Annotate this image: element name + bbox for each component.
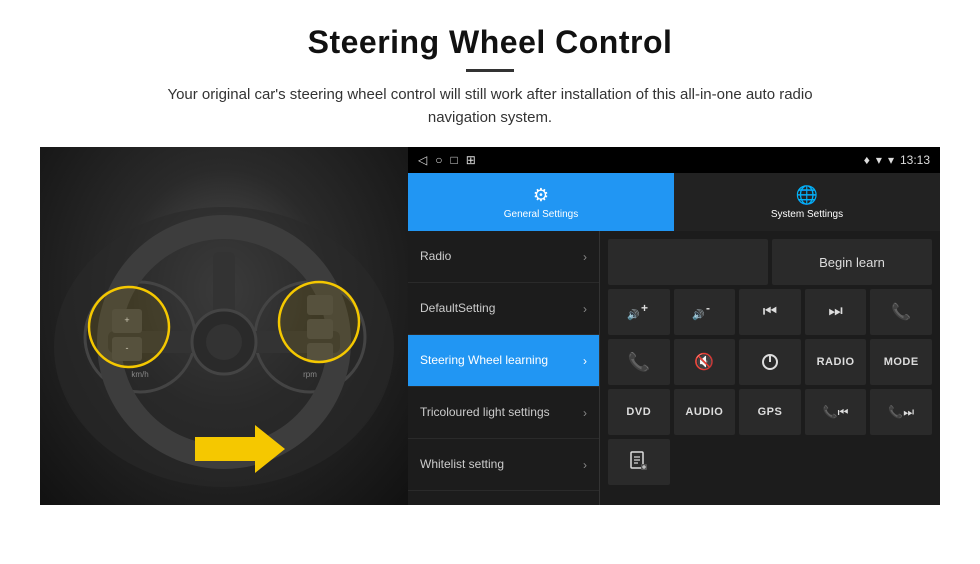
svg-text:🔊: 🔊	[627, 308, 639, 321]
wifi-icon: ▾	[876, 153, 882, 167]
svg-text:+: +	[641, 302, 648, 315]
menu-item-whitelist[interactable]: Whitelist setting ›	[408, 439, 599, 491]
steering-chevron-icon: ›	[583, 354, 587, 368]
audio-button[interactable]: AUDIO	[674, 389, 736, 435]
svg-text:🔊: 🔊	[692, 308, 704, 321]
power-icon	[760, 352, 780, 372]
page-subtitle: Your original car's steering wheel contr…	[140, 84, 840, 129]
mode-text-label: MODE	[884, 356, 919, 368]
gps-button[interactable]: GPS	[739, 389, 801, 435]
next-track-icon: ⏭	[828, 303, 842, 321]
answer-button[interactable]: 📞	[608, 339, 670, 385]
recents-icon: □	[450, 153, 457, 167]
menu-steering-label: Steering Wheel learning	[420, 353, 548, 369]
steering-img-inner: km/h rpm + -	[40, 147, 408, 505]
menu-item-default[interactable]: DefaultSetting ›	[408, 283, 599, 335]
mode-button[interactable]: MODE	[870, 339, 932, 385]
page-wrapper: Steering Wheel Control Your original car…	[0, 0, 980, 525]
status-bar-right: ♦ ▾ ▾ 13:13	[864, 153, 930, 167]
whitelist-chevron-icon: ›	[583, 458, 587, 472]
control-grid-row4	[608, 439, 932, 485]
status-bar: ◁ ○ □ ⊞ ♦ ▾ ▾ 13:13	[408, 147, 940, 173]
location-icon: ♦	[864, 153, 870, 167]
svg-text:rpm: rpm	[303, 370, 317, 379]
title-section: Steering Wheel Control Your original car…	[40, 24, 940, 129]
tab-system[interactable]: 🌐 System Settings	[674, 173, 940, 231]
content-row: km/h rpm + -	[40, 147, 940, 505]
menu-whitelist-label: Whitelist setting	[420, 457, 504, 473]
tab-general[interactable]: ⚙ General Settings	[408, 173, 674, 231]
file-icon	[628, 451, 650, 473]
tab-bar: ⚙ General Settings 🌐 System Settings	[408, 173, 940, 231]
phone-prev-icon: 📞⏮	[823, 405, 849, 420]
begin-learn-row: Begin learn	[608, 239, 932, 285]
apps-icon: ⊞	[466, 153, 476, 167]
menu-item-steering[interactable]: Steering Wheel learning ›	[408, 335, 599, 387]
next-track-button[interactable]: ⏭	[805, 289, 867, 335]
default-chevron-icon: ›	[583, 302, 587, 316]
vol-up-button[interactable]: 🔊 +	[608, 289, 670, 335]
phone-prev-button[interactable]: 📞⏮	[805, 389, 867, 435]
title-divider	[466, 69, 514, 72]
audio-text-label: AUDIO	[685, 406, 723, 418]
menu-tricoloured-label: Tricoloured light settings	[420, 405, 550, 421]
radio-text-button[interactable]: RADIO	[805, 339, 867, 385]
vol-down-icon: 🔊 -	[692, 302, 716, 322]
dvd-text-label: DVD	[626, 406, 651, 418]
power-button[interactable]	[739, 339, 801, 385]
back-icon: ◁	[418, 153, 427, 167]
phone-next-button[interactable]: 📞⏭	[870, 389, 932, 435]
control-grid-row1: 🔊 + 🔊 - ⏮	[608, 289, 932, 335]
settings-list: Radio › DefaultSetting › Steering Wheel …	[408, 231, 940, 505]
tab-system-label: System Settings	[771, 209, 843, 220]
gps-text-label: GPS	[758, 406, 783, 418]
dvd-button[interactable]: DVD	[608, 389, 670, 435]
tab-general-label: General Settings	[504, 209, 579, 220]
settings-menu: Radio › DefaultSetting › Steering Wheel …	[408, 231, 600, 505]
menu-default-label: DefaultSetting	[420, 301, 495, 317]
mute-icon: 🔇	[694, 352, 714, 372]
system-settings-icon: 🌐	[796, 185, 818, 206]
steering-wheel-svg: km/h rpm + -	[40, 147, 408, 505]
radio-chevron-icon: ›	[583, 250, 587, 264]
vol-down-button[interactable]: 🔊 -	[674, 289, 736, 335]
menu-item-tricoloured[interactable]: Tricoloured light settings ›	[408, 387, 599, 439]
page-title: Steering Wheel Control	[40, 24, 940, 61]
steering-wheel-image: km/h rpm + -	[40, 147, 408, 505]
answer-icon: 📞	[628, 352, 650, 373]
signal-icon: ▾	[888, 153, 894, 167]
status-bar-left: ◁ ○ □ ⊞	[418, 153, 476, 167]
file-button[interactable]	[608, 439, 670, 485]
menu-radio-label: Radio	[420, 249, 451, 265]
blank-cell	[608, 239, 768, 285]
home-icon: ○	[435, 153, 442, 167]
controls-panel: Begin learn 🔊 + 🔊	[600, 231, 940, 505]
phone-icon: 📞	[891, 302, 911, 322]
time-display: 13:13	[900, 153, 930, 167]
control-grid-row3: DVD AUDIO GPS 📞⏮ 📞⏭	[608, 389, 932, 435]
mute-button[interactable]: 🔇	[674, 339, 736, 385]
prev-track-icon: ⏮	[763, 303, 777, 321]
begin-learn-button[interactable]: Begin learn	[772, 239, 932, 285]
phone-next-icon: 📞⏭	[888, 405, 914, 420]
svg-text:km/h: km/h	[131, 370, 148, 379]
prev-track-button[interactable]: ⏮	[739, 289, 801, 335]
svg-text:-: -	[706, 302, 710, 315]
phone-button[interactable]: 📞	[870, 289, 932, 335]
control-grid-row2: 📞 🔇 RADIO	[608, 339, 932, 385]
vol-up-icon: 🔊 +	[627, 302, 651, 322]
tricoloured-chevron-icon: ›	[583, 406, 587, 420]
android-panel: ◁ ○ □ ⊞ ♦ ▾ ▾ 13:13 ⚙ General Settings	[408, 147, 940, 505]
menu-item-radio[interactable]: Radio ›	[408, 231, 599, 283]
general-settings-icon: ⚙	[533, 185, 549, 206]
radio-text-label: RADIO	[817, 356, 855, 368]
